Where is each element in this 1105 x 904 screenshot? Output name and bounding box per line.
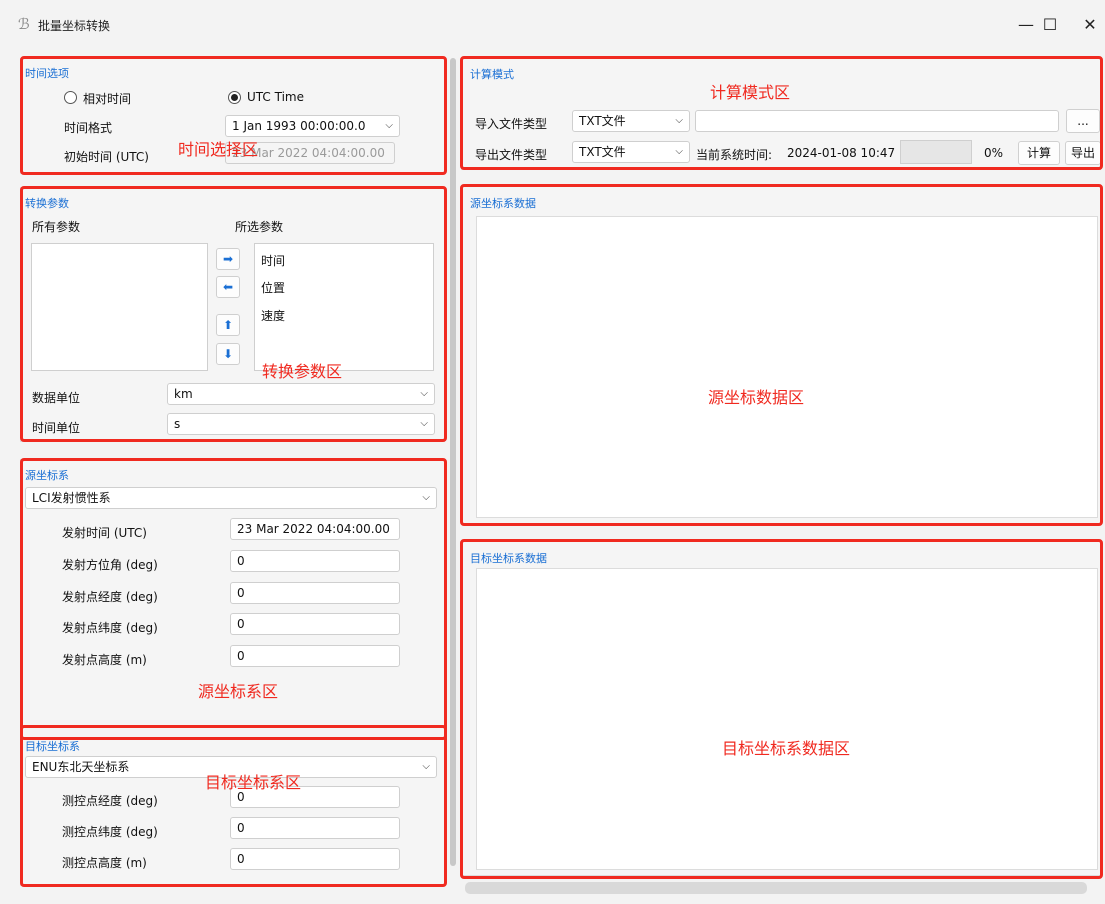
target-data-region-box [460,539,1103,879]
left-vertical-scrollbar[interactable] [450,58,456,866]
source-frame-annotation: 源坐标系区 [198,682,279,701]
window-title: 批量坐标转换 [38,19,111,33]
time-select-annotation: 时间选择区 [178,140,259,159]
source-data-annotation: 源坐标数据区 [708,388,805,407]
source-data-region-box [460,184,1103,526]
title-bar: ℬ 批量坐标转换 — ☐ ✕ [0,0,1105,44]
horizontal-scrollbar[interactable] [465,882,1087,894]
conversion-params-region-box [20,186,447,442]
target-frame-annotation: 目标坐标系区 [205,773,302,792]
maximize-icon[interactable]: ☐ [1030,10,1070,40]
compute-mode-annotation: 计算模式区 [710,83,791,102]
compute-mode-region-box [460,56,1103,170]
close-icon[interactable]: ✕ [1070,10,1105,40]
target-frame-region-box [20,725,447,887]
app-logo-icon: ℬ [18,15,30,33]
target-data-annotation: 目标坐标系数据区 [722,739,851,758]
conversion-params-annotation: 转换参数区 [262,362,343,381]
